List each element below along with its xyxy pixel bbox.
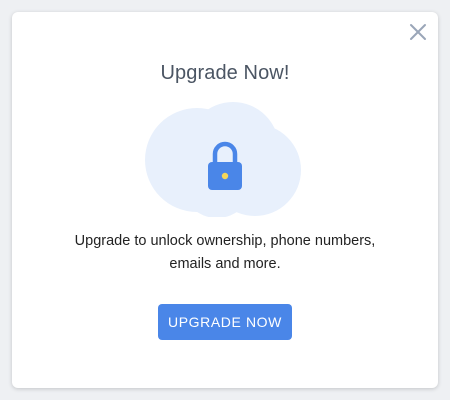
close-button[interactable] (408, 22, 428, 42)
upgrade-now-button[interactable]: UPGRADE NOW (158, 304, 292, 340)
description-line-2: emails and more. (169, 256, 281, 272)
description-line-1: Upgrade to unlock ownership, phone numbe… (74, 233, 376, 249)
lock-illustration (145, 102, 305, 217)
close-icon (410, 24, 426, 40)
modal-title: Upgrade Now! (160, 62, 290, 84)
modal-description: Upgrade to unlock ownership, phone numbe… (42, 230, 408, 276)
cloud-background (145, 102, 301, 217)
upgrade-modal: Upgrade Now! Upgrade to unlock ownership… (12, 12, 438, 388)
